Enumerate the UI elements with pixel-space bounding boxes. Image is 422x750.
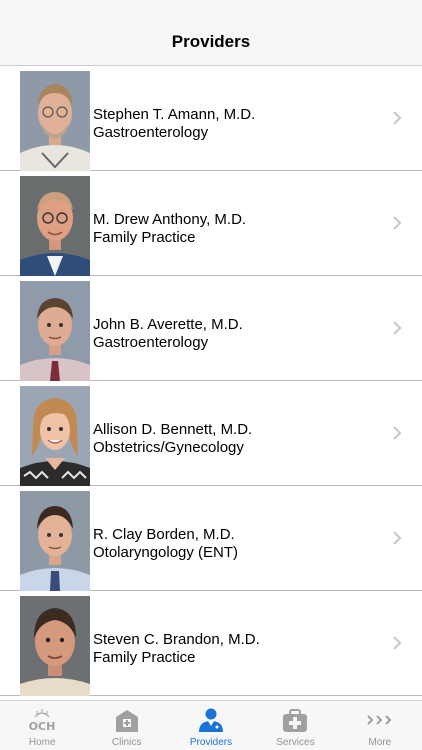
provider-row[interactable]: Steven C. Brandon, M.D. Family Practice [0, 591, 422, 696]
provider-name: R. Clay Borden, M.D. [93, 526, 235, 543]
provider-info: Steven C. Brandon, M.D. Family Practice [93, 631, 260, 667]
provider-specialty: Gastroenterology [93, 124, 209, 141]
provider-photo [20, 281, 90, 381]
tab-label: More [368, 737, 392, 748]
tab-label: Providers [189, 737, 233, 748]
page-title: Providers [171, 32, 251, 51]
tab-services[interactable]: Services [253, 701, 337, 750]
app: Providers Stephen T. Amann, M.D. Gastroe… [0, 0, 422, 750]
provider-list[interactable]: Stephen T. Amann, M.D. Gastroenterology [0, 66, 422, 700]
provider-row[interactable]: R. Clay Borden, M.D. Otolaryngology (ENT… [0, 486, 422, 591]
provider-name: Steven C. Brandon, M.D. [93, 631, 260, 648]
provider-row[interactable]: Allison D. Bennett, M.D. Obstetrics/Gyne… [0, 381, 422, 486]
provider-specialty: Obstetrics/Gynecology [93, 439, 244, 456]
provider-photo [20, 71, 90, 171]
provider-photo [20, 596, 90, 696]
more-chevrons-icon [367, 715, 392, 725]
provider-photo [20, 176, 90, 276]
provider-info: M. Drew Anthony, M.D. Family Practice [93, 211, 246, 247]
provider-info: John B. Averette, M.D. Gastroenterology [93, 316, 243, 352]
tab-bar: OCH Home Clinics Providers Services More [0, 700, 422, 750]
provider-info: Allison D. Bennett, M.D. Obstetrics/Gyne… [93, 421, 252, 457]
medical-kit-icon [283, 709, 308, 732]
provider-name: Stephen T. Amann, M.D. [93, 106, 256, 123]
och-logo-icon: OCH [29, 709, 56, 733]
tab-clinics[interactable]: Clinics [84, 701, 168, 750]
provider-photo [20, 386, 90, 486]
chevron-right-icon [393, 216, 402, 230]
tab-home[interactable]: OCH Home [0, 701, 84, 750]
provider-info: R. Clay Borden, M.D. Otolaryngology (ENT… [93, 526, 238, 562]
navigation-bar: Providers [0, 0, 422, 66]
clinic-building-icon [115, 710, 138, 732]
chevron-right-icon [393, 111, 402, 125]
provider-name: John B. Averette, M.D. [93, 316, 243, 333]
provider-name: Allison D. Bennett, M.D. [93, 421, 253, 438]
tab-providers[interactable]: Providers [169, 701, 253, 750]
provider-name: M. Drew Anthony, M.D. [93, 211, 247, 228]
provider-specialty: Family Practice [93, 229, 196, 246]
tab-label: Services [276, 737, 315, 748]
tab-label: Home [28, 737, 56, 748]
provider-row[interactable]: Stephen T. Amann, M.D. Gastroenterology [0, 66, 422, 171]
provider-row[interactable]: John B. Averette, M.D. Gastroenterology [0, 276, 422, 381]
chevron-right-icon [393, 426, 402, 440]
provider-photo [20, 491, 90, 591]
chevron-right-icon [393, 531, 402, 545]
tab-label: Clinics [111, 737, 142, 748]
tab-more[interactable]: More [338, 701, 422, 750]
provider-info: Stephen T. Amann, M.D. Gastroenterology [93, 106, 255, 142]
provider-specialty: Family Practice [93, 649, 196, 666]
provider-row[interactable]: M. Drew Anthony, M.D. Family Practice [0, 171, 422, 276]
doctor-icon [199, 708, 224, 732]
provider-specialty: Gastroenterology [93, 334, 209, 351]
chevron-right-icon [393, 321, 402, 335]
svg-text:OCH: OCH [29, 720, 56, 733]
chevron-right-icon [393, 636, 402, 650]
provider-specialty: Otolaryngology (ENT) [93, 544, 239, 561]
